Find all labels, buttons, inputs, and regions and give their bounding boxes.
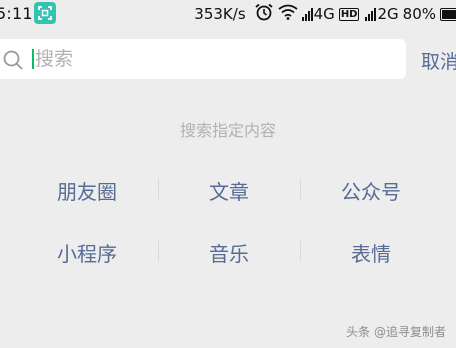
battery-percent: 80% bbox=[402, 5, 436, 23]
status-time: 5:11 bbox=[0, 4, 33, 23]
category-stickers[interactable]: 表情 bbox=[300, 238, 442, 267]
alarm-icon bbox=[254, 3, 274, 25]
category-mini-programs[interactable]: 小程序 bbox=[16, 238, 158, 267]
search-input[interactable] bbox=[35, 45, 385, 73]
text-caret bbox=[32, 49, 34, 69]
status-indicators: 353K/s 4G HD 2G 80% bbox=[194, 3, 456, 25]
signal-icon-2 bbox=[365, 7, 377, 21]
search-icon bbox=[2, 49, 24, 75]
scan-app-icon bbox=[34, 2, 56, 24]
hd-badge: HD bbox=[338, 7, 360, 21]
search-bar[interactable] bbox=[0, 39, 406, 79]
battery-icon bbox=[440, 7, 456, 21]
category-official-accounts[interactable]: 公众号 bbox=[300, 176, 442, 205]
category-music[interactable]: 音乐 bbox=[158, 238, 300, 267]
signal-icon-1 bbox=[301, 7, 313, 21]
search-hint: 搜索指定内容 bbox=[179, 121, 276, 140]
network-type-2: 2G bbox=[377, 5, 399, 23]
net-speed: 353K/s bbox=[194, 5, 246, 23]
wifi-icon bbox=[278, 4, 298, 24]
cancel-button[interactable]: 取消 bbox=[421, 47, 456, 74]
network-type-1: 4G bbox=[313, 5, 335, 23]
category-moments[interactable]: 朋友圈 bbox=[16, 176, 158, 205]
category-articles[interactable]: 文章 bbox=[158, 176, 300, 205]
watermark: 头条 @追寻复制者 bbox=[346, 325, 446, 339]
status-bar: 5:11 353K/s 4G HD 2G 80% bbox=[0, 0, 456, 28]
